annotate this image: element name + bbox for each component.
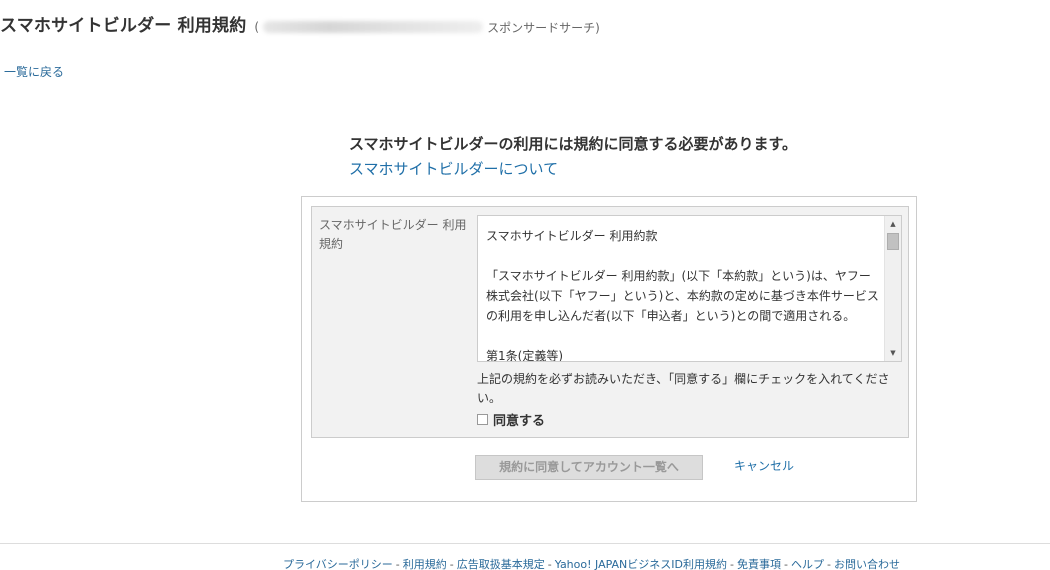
footer-separator: - (730, 558, 734, 570)
terms-article-1: 第1条(定義等) (486, 349, 563, 362)
agreement-instruction: 上記の規約を必ずお読みいただき、「同意する」欄にチェックを入れてください。 (477, 372, 890, 405)
footer-divider (0, 543, 1050, 544)
footer-link-ad-policy[interactable]: 広告取扱基本規定 (457, 558, 545, 570)
footer-separator: - (826, 558, 831, 570)
terms-heading: スマホサイトビルダー 利用約款 (486, 229, 658, 243)
terms-panel: スマホサイトビルダー 利用規約 スマホサイトビルダー 利用約款 「スマホサイトビ… (311, 206, 909, 438)
terms-text: スマホサイトビルダー 利用約款 「スマホサイトビルダー 利用約款」(以下「本約款… (486, 226, 880, 362)
subtitle-suffix: スポンサードサーチ) (487, 20, 600, 35)
footer-separator: - (547, 558, 552, 570)
agreement-form: スマホサイトビルダー 利用規約 スマホサイトビルダー 利用約款 「スマホサイトビ… (301, 196, 917, 502)
footer-separator: - (783, 558, 788, 570)
page-title: スマホサイトビルダー 利用規約 (0, 16, 247, 36)
agree-and-go-to-accounts-button[interactable]: 規約に同意してアカウント一覧へ (475, 455, 703, 480)
account-subtitle: ( スポンサードサーチ) (254, 19, 599, 36)
footer-link-business-id-terms[interactable]: Yahoo! JAPANビジネスID利用規約 (555, 558, 727, 570)
footer-link-contact[interactable]: お問い合わせ (834, 558, 900, 570)
footer-separator: - (395, 558, 400, 570)
scroll-down-arrow-icon[interactable]: ▼ (885, 346, 901, 360)
agree-checkbox-label[interactable]: 同意する (493, 410, 545, 429)
terms-textarea[interactable]: スマホサイトビルダー 利用約款 「スマホサイトビルダー 利用約款」(以下「本約款… (477, 215, 902, 362)
footer-link-disclaimer[interactable]: 免責事項 (737, 558, 781, 570)
footer-link-privacy-policy[interactable]: プライバシーポリシー (283, 558, 393, 570)
terms-scrollbar[interactable]: ▲ ▼ (884, 216, 901, 361)
about-site-builder-link[interactable]: スマホサイトビルダーについて (349, 158, 558, 179)
footer-links: プライバシーポリシー - 利用規約 - 広告取扱基本規定 - Yahoo! JAPANビジネ… (283, 556, 900, 570)
scroll-up-arrow-icon[interactable]: ▲ (885, 217, 901, 231)
page-header: スマホサイトビルダー 利用規約 ( スポンサードサーチ) (0, 11, 600, 39)
footer-separator: - (449, 558, 454, 570)
terms-agreement-page: スマホサイトビルダー 利用規約 ( スポンサードサーチ) 一覧に戻る スマホサイ… (0, 0, 1050, 570)
back-to-list-link[interactable]: 一覧に戻る (4, 63, 64, 80)
redacted-account-name (263, 21, 484, 33)
scroll-thumb[interactable] (887, 233, 899, 250)
agree-checkbox-row[interactable]: 同意する (477, 410, 545, 429)
cancel-link[interactable]: キャンセル (734, 457, 794, 474)
footer-link-terms[interactable]: 利用規約 (403, 558, 447, 570)
agree-checkbox[interactable] (477, 414, 488, 425)
terms-paragraph: 「スマホサイトビルダー 利用約款」(以下「本約款」という)は、ヤフー株式会社(以… (486, 269, 879, 323)
terms-label: スマホサイトビルダー 利用規約 (319, 218, 467, 251)
subtitle-open-paren: ( (254, 20, 260, 34)
footer-link-help[interactable]: ヘルプ (791, 558, 824, 570)
agreement-required-notice: スマホサイトビルダーの利用には規約に同意する必要があります。 (349, 135, 798, 153)
